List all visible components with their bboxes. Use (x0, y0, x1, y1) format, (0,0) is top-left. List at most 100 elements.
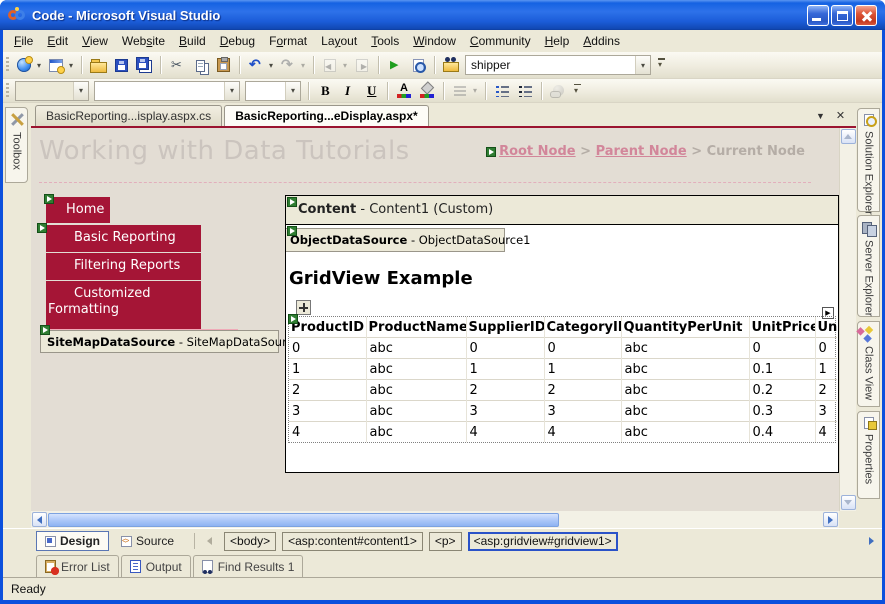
scroll-down-button[interactable] (840, 495, 856, 510)
start-button[interactable] (384, 54, 406, 76)
font-color-button[interactable] (393, 80, 415, 102)
design-view-tab[interactable]: Design (36, 531, 110, 551)
right-arrow-icon (869, 537, 874, 545)
sitemapdatasource-smarttag-icon[interactable] (40, 325, 50, 335)
tag-p[interactable]: <p> (428, 531, 462, 551)
nav-item-home[interactable]: Home (46, 197, 110, 223)
objectdatasource-control[interactable]: ObjectDataSource - ObjectDataSource1 (286, 228, 530, 252)
italic-button[interactable] (337, 80, 359, 102)
tab-output[interactable]: Output (120, 555, 191, 577)
view-in-browser-button[interactable] (407, 54, 429, 76)
menu-layout[interactable]: Layout (314, 31, 364, 51)
horizontal-scrollbar[interactable] (31, 511, 839, 528)
new-website-dropdown-button[interactable]: ▾ (34, 54, 44, 76)
close-button[interactable] (855, 4, 877, 26)
toolbar-grip[interactable] (6, 57, 9, 73)
menu-format[interactable]: Format (262, 31, 314, 51)
tab-find-results-1[interactable]: Find Results 1 (192, 555, 304, 577)
table-cell: 0.3 (749, 400, 816, 422)
menu-file[interactable]: File (7, 31, 40, 51)
breadcrumb-smarttag-icon[interactable] (486, 146, 497, 157)
cut-icon (169, 57, 185, 73)
menu-tools[interactable]: Tools (364, 31, 406, 51)
tab-list-dropdown-button[interactable]: ▼ (813, 108, 828, 123)
underline-button[interactable] (360, 80, 382, 102)
numbering-button[interactable] (514, 80, 536, 102)
vertical-scrollbar[interactable] (839, 128, 856, 511)
menu-view[interactable]: View (75, 31, 115, 51)
tab-server-explorer[interactable]: Server Explorer (857, 215, 880, 317)
tab-class-view[interactable]: Class View (857, 321, 880, 407)
new-website-button[interactable] (13, 54, 35, 76)
save-button[interactable] (110, 54, 132, 76)
minimize-button[interactable] (807, 4, 829, 26)
scrollbar-thumb[interactable] (48, 512, 559, 527)
toolbar-options-button[interactable] (656, 54, 668, 76)
menu-smarttag-icon[interactable] (37, 223, 47, 233)
add-item-button[interactable] (45, 54, 67, 76)
scroll-left-button[interactable] (32, 512, 47, 527)
maximize-button[interactable] (831, 4, 853, 26)
tag-scroll-right-button[interactable] (865, 533, 878, 549)
document-tab[interactable]: BasicReporting...isplay.aspx.cs (35, 105, 223, 126)
combo-dropdown-button[interactable]: ▾ (285, 81, 300, 100)
nav-item-filtering-reports[interactable]: Filtering Reports (46, 253, 201, 280)
undo-icon (248, 56, 264, 73)
menu-community[interactable]: Community (463, 31, 538, 51)
undo-dropdown-button[interactable]: ▾ (266, 54, 276, 76)
cut-button[interactable] (166, 54, 188, 76)
design-surface[interactable]: Working with Data Tutorials Root Node > … (31, 128, 839, 511)
source-view-tab[interactable]: Source (113, 531, 182, 551)
breadcrumb-link[interactable]: Parent Node (596, 144, 687, 159)
find-results-1-label: Find Results 1 (217, 559, 295, 574)
bullets-button[interactable] (491, 80, 513, 102)
copy-button[interactable] (189, 54, 211, 76)
content-panel[interactable]: Content - Content1 (Custom) ObjectDataSo… (285, 195, 839, 473)
gridview-smarttag-icon[interactable] (288, 314, 298, 324)
combo-dropdown-button[interactable]: ▾ (224, 81, 239, 100)
toolbox-tab[interactable]: Toolbox (5, 107, 28, 183)
breadcrumb-link[interactable]: Root Node (499, 144, 576, 159)
menu-help[interactable]: Help (538, 31, 577, 51)
menu-debug[interactable]: Debug (213, 31, 262, 51)
menu-edit[interactable]: Edit (40, 31, 75, 51)
content-smarttag-icon[interactable] (287, 197, 297, 207)
tag-asp-content-content1[interactable]: <asp:content#content1> (282, 531, 423, 551)
nav-item-basic-reporting[interactable]: Basic Reporting (46, 225, 201, 252)
tag-asp-gridview-gridview1[interactable]: <asp:gridview#gridview1> (467, 531, 618, 551)
fontsize-combo[interactable]: ▾ (245, 80, 301, 101)
toolbar-options-button[interactable] (572, 80, 584, 102)
find-combo[interactable]: shipper ▾ (465, 55, 651, 75)
menu-smarttag-icon[interactable] (44, 194, 54, 204)
tag-scroll-left-button[interactable] (203, 533, 216, 549)
menu-website[interactable]: Website (115, 31, 172, 51)
sitemapdatasource-control[interactable]: SiteMapDataSource - SiteMapDataSource1 (40, 330, 307, 353)
scroll-up-button[interactable] (840, 129, 856, 144)
open-folder-button[interactable] (87, 54, 109, 76)
move-handle[interactable] (296, 300, 311, 315)
font-combo[interactable]: ▾ (94, 80, 240, 101)
scroll-right-button[interactable] (823, 512, 838, 527)
undo-button[interactable] (245, 54, 267, 76)
tab-properties[interactable]: Properties (857, 411, 880, 499)
paste-button[interactable] (212, 54, 234, 76)
tab-solution-explorer[interactable]: Solution Explorer (857, 108, 880, 215)
objectdatasource-smarttag-icon[interactable] (287, 226, 297, 236)
bold-button[interactable] (314, 80, 336, 102)
close-document-button[interactable]: ✕ (833, 108, 848, 123)
menu-build[interactable]: Build (172, 31, 213, 51)
nav-item-customized-formatting[interactable]: Customized Formatting (46, 281, 201, 329)
gridview-control[interactable]: ProductID ProductName SupplierID CategoryID… (288, 316, 837, 443)
tab-error-list[interactable]: Error List (36, 555, 119, 577)
find-in-files-button[interactable] (440, 54, 462, 76)
menu-addins[interactable]: Addins (576, 31, 627, 51)
tag-body[interactable]: <body> (224, 531, 277, 551)
menu-window[interactable]: Window (406, 31, 463, 51)
save-all-button[interactable] (133, 54, 155, 76)
add-item-dropdown-button[interactable]: ▾ (66, 54, 76, 76)
highlight-button[interactable] (416, 80, 438, 102)
document-tab-active[interactable]: BasicReporting...eDisplay.aspx* (224, 105, 429, 126)
page-title: Working with Data Tutorials (39, 136, 410, 166)
combo-dropdown-button[interactable]: ▾ (635, 56, 650, 74)
toolbar-grip[interactable] (6, 82, 9, 99)
